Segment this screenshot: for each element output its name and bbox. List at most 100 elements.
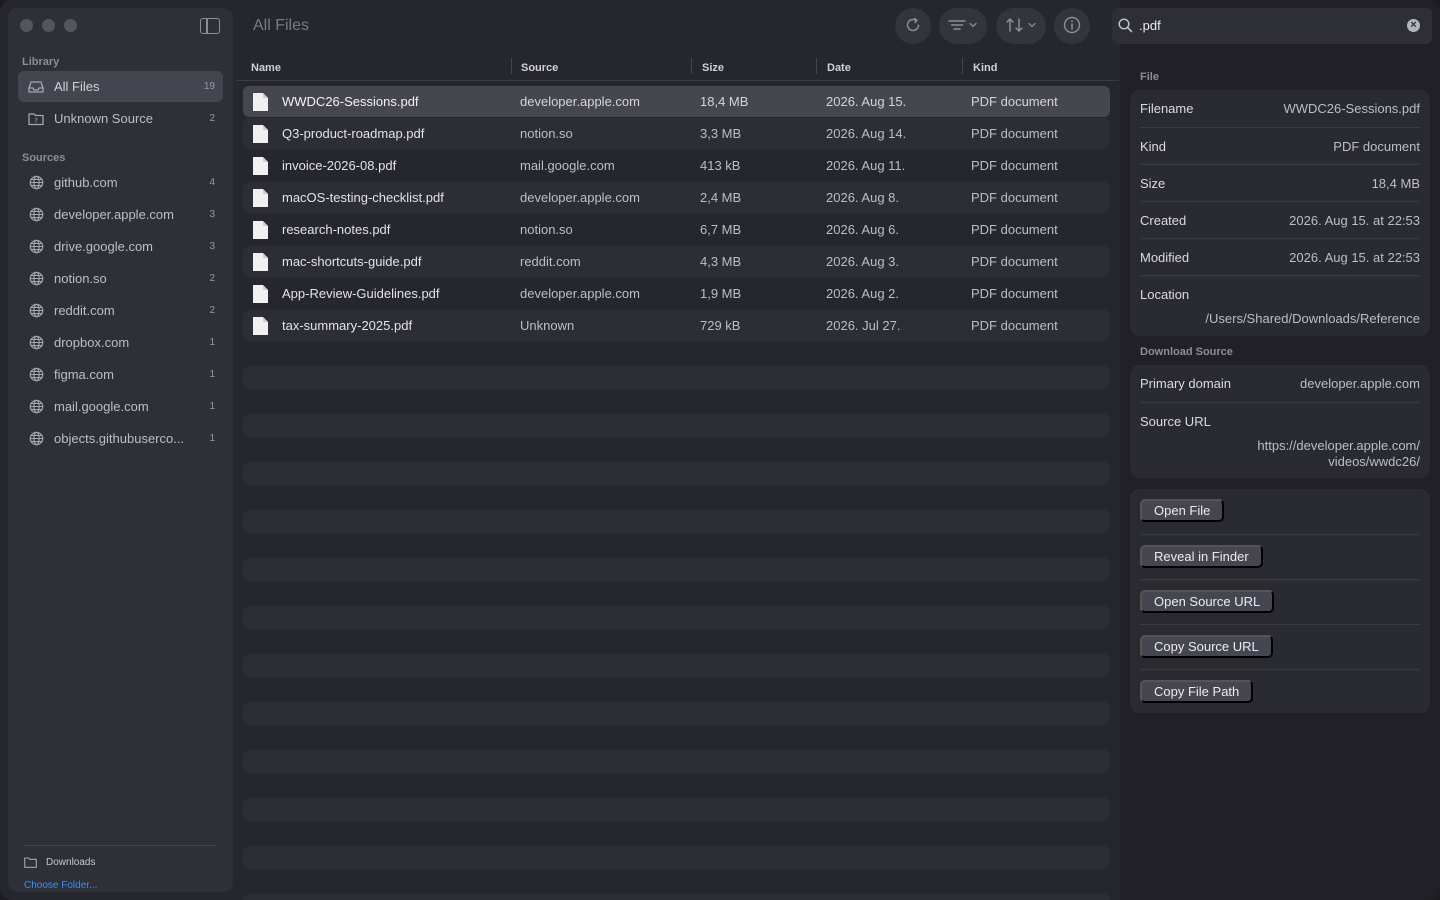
primary-domain-key: Primary domain [1140,376,1232,391]
open-file-button[interactable]: Open File [1140,499,1225,522]
sort-menu-button[interactable] [996,8,1046,44]
table-row[interactable]: WWDC26-Sessions.pdf developer.apple.com 18… [243,86,1110,117]
column-header-date[interactable]: Date [827,56,851,80]
column-header-name[interactable]: Name [251,56,281,80]
file-size-cell: 3,3 MB [700,126,742,141]
info-value: PDF document [1333,139,1420,154]
sidebar-item-source[interactable]: figma.com 1 [18,359,223,390]
empty-row [243,654,1110,677]
table-row[interactable]: App-Review-Guidelines.pdf developer.apple… [243,278,1110,309]
column-header-source[interactable]: Source [521,56,558,80]
clear-search-icon[interactable]: × [1407,19,1420,32]
file-info-group: Filename WWDC26-Sessions.pdf Kind PDF docum… [1130,90,1430,336]
sidebar-item-label: All Files [54,79,100,94]
column-header-kind[interactable]: Kind [973,56,997,80]
zoom-window-button[interactable] [64,19,77,32]
file-size-cell: 6,7 MB [700,222,742,237]
document-icon [252,284,269,304]
file-date-cell: 2026. Aug 15. [826,94,907,109]
sidebar-item-count: 3 [209,241,215,252]
file-size-cell: 729 kB [700,318,741,333]
sidebar-item-source[interactable]: drive.google.com 3 [18,231,223,262]
file-date-cell: 2026. Aug 2. [826,286,900,301]
sidebar-item-unknown-source[interactable]: ? Unknown Source 2 [18,103,223,134]
file-kind-cell: PDF document [971,94,1058,109]
globe-icon [28,239,44,255]
column-divider [691,58,692,74]
action-row: Copy Source URL [1140,624,1420,669]
file-size-cell: 2,4 MB [700,190,742,205]
sidebar-item-source[interactable]: dropbox.com 1 [18,327,223,358]
info-button[interactable] [1054,8,1090,44]
choose-folder-link[interactable]: Choose Folder... [24,880,97,891]
sidebar-item-source[interactable]: objects.githubuserco... 1 [18,423,223,454]
info-key: Created [1140,213,1187,228]
sidebar-toggle-icon[interactable] [200,18,220,34]
file-size-cell: 1,9 MB [700,286,742,301]
sidebar-item-count: 4 [209,177,215,188]
header-separator [236,80,1119,81]
search-field[interactable]: .pdf × [1112,8,1432,44]
sidebar-item-source[interactable]: github.com 4 [18,167,223,198]
file-size-cell: 4,3 MB [700,254,742,269]
file-date-cell: 2026. Aug 14. [826,126,907,141]
sidebar-item-label: Unknown Source [54,111,153,126]
document-icon [252,316,269,336]
primary-domain-row: Primary domain developer.apple.com [1140,365,1420,402]
globe-icon [28,399,44,415]
table-row[interactable]: mac-shortcuts-guide.pdf reddit.com 4,3 MB 2… [243,246,1110,277]
sidebar-item-label: dropbox.com [54,335,130,350]
empty-row [243,366,1110,389]
sidebar-item-source[interactable]: developer.apple.com 3 [18,199,223,230]
sidebar-item-label: github.com [54,175,118,190]
file-name-cell: WWDC26-Sessions.pdf [282,94,419,109]
download-source-group: Primary domain developer.apple.com Sourc… [1130,365,1430,478]
file-name-cell: tax-summary-2025.pdf [282,318,413,333]
refresh-button[interactable] [895,8,931,44]
open-source-url-button[interactable]: Open Source URL [1140,590,1275,613]
sidebar-item-label: developer.apple.com [54,207,174,222]
minimize-window-button[interactable] [42,19,55,32]
sidebar-item-source[interactable]: reddit.com 2 [18,295,223,326]
table-row[interactable]: Q3-product-roadmap.pdf notion.so 3,3 MB 202… [243,118,1110,149]
file-date-cell: 2026. Aug 11. [826,158,906,173]
app-window: Library All Files 19 ? Unknown Source 2 … [0,0,1440,900]
column-header-size[interactable]: Size [702,56,724,80]
empty-row [243,702,1110,725]
copy-source-url-button[interactable]: Copy Source URL [1140,635,1273,658]
sources-section-label: Sources [22,152,66,164]
table-row[interactable]: research-notes.pdf notion.so 6,7 MB 2026. A… [243,214,1110,245]
sidebar-item-all-files[interactable]: All Files 19 [18,71,223,102]
folder-icon [24,857,37,868]
table-row[interactable]: invoice-2026-08.pdf mail.google.com 413 kB… [243,150,1110,181]
sidebar-item-source[interactable]: notion.so 2 [18,263,223,294]
filter-lines-icon [948,18,978,35]
svg-text:?: ? [34,117,38,125]
empty-row [243,846,1110,869]
sidebar-item-count: 2 [209,273,215,284]
empty-row [243,414,1110,437]
empty-row [243,606,1110,629]
copy-file-path-button[interactable]: Copy File Path [1140,680,1254,703]
source-url-key: Source URL [1140,414,1211,429]
table-row[interactable]: tax-summary-2025.pdf Unknown 729 kB 2026. J… [243,310,1110,341]
actions-group: Open File Reveal in Finder Open Source URL… [1130,489,1430,713]
document-icon [252,156,269,176]
file-kind-cell: PDF document [971,190,1058,205]
action-row: Open File [1140,489,1420,534]
file-source-cell: Unknown [520,318,575,333]
table-row[interactable]: macOS-testing-checklist.pdf developer.app… [243,182,1110,213]
sidebar-item-label: notion.so [54,271,107,286]
reveal-in-finder-button[interactable]: Reveal in Finder [1140,545,1263,568]
action-row: Open Source URL [1140,579,1420,624]
sidebar-item-source[interactable]: mail.google.com 1 [18,391,223,422]
source-url-line: https://developer.apple.com/ [1257,438,1420,453]
file-name-cell: invoice-2026-08.pdf [282,158,397,173]
filter-menu-button[interactable] [939,8,987,44]
downloads-folder-row: Downloads [24,857,95,868]
empty-row [243,462,1110,485]
empty-row [243,894,1110,900]
info-value: 2026. Aug 15. at 22:53 [1289,250,1420,265]
search-input[interactable]: .pdf [1139,18,1161,33]
close-window-button[interactable] [20,19,33,32]
